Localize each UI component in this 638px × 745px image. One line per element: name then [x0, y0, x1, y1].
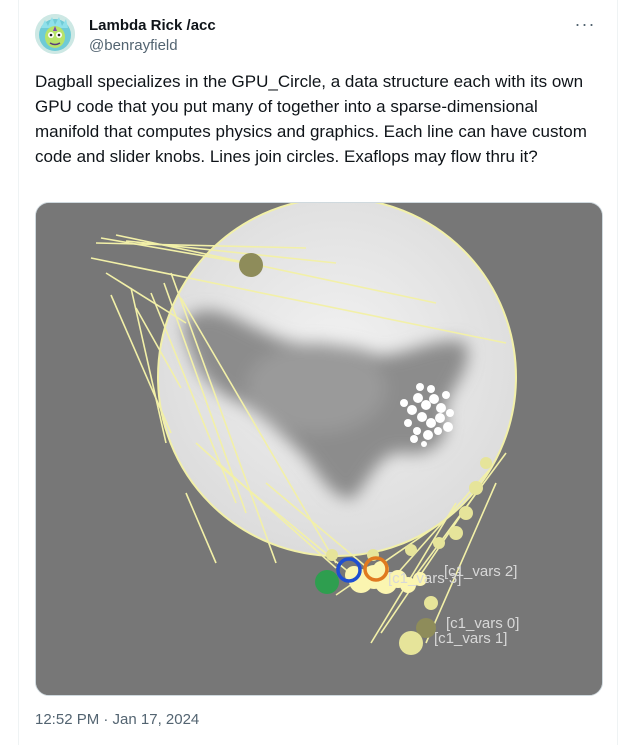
label-c1-vars-3: [c1_vars 3]	[388, 570, 461, 587]
dagball-render: [c1_vars 2] [c1_vars 3] [c1_vars 0] [c1_…	[36, 203, 602, 695]
label-c1-vars-1: [c1_vars 1]	[434, 630, 507, 647]
tweet-text: Dagball specializes in the GPU_Circle, a…	[35, 72, 587, 166]
tweet-timestamp[interactable]: 12:52 PM · Jan 17, 2024	[35, 710, 199, 730]
avatar-icon	[35, 14, 75, 54]
author-name[interactable]: Lambda Rick /acc	[89, 16, 216, 36]
avatar[interactable]	[35, 14, 75, 54]
author-handle[interactable]: @benrayfield	[89, 36, 178, 56]
tweet-media-image[interactable]: [c1_vars 2] [c1_vars 3] [c1_vars 0] [c1_…	[35, 202, 603, 696]
green-node	[315, 570, 339, 594]
tweet-card[interactable]: Lambda Rick /acc @benrayfield ··· Dagbal…	[18, 0, 618, 745]
more-dots-icon[interactable]: ···	[571, 12, 599, 40]
